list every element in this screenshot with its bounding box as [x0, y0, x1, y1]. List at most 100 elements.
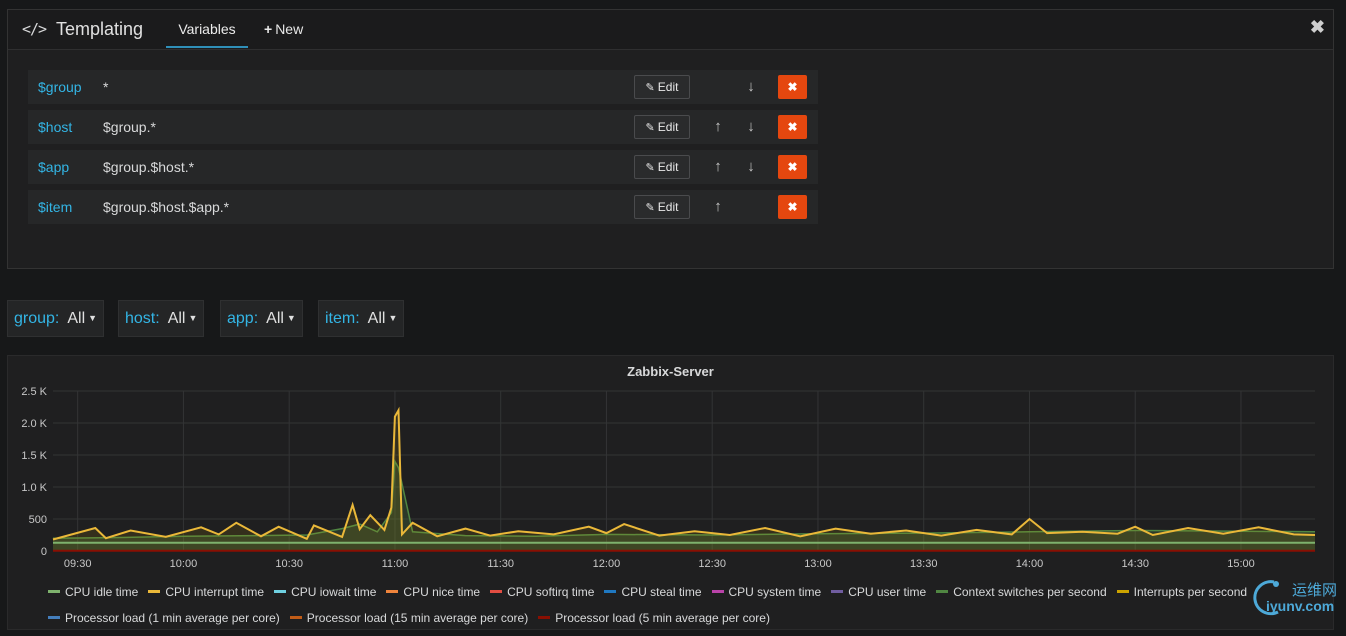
caret-down-icon: ▼: [88, 313, 98, 323]
variable-query: *: [103, 79, 109, 95]
legend-item[interactable]: CPU user time: [831, 584, 926, 610]
delete-button[interactable]: ✖: [778, 195, 807, 219]
watermark-text: 运维网: [1292, 582, 1338, 599]
legend-label: CPU interrupt time: [165, 585, 265, 599]
caret-down-icon: ▼: [286, 313, 296, 323]
delete-button[interactable]: ✖: [778, 115, 807, 139]
legend-swatch: [490, 590, 503, 593]
legend-item[interactable]: Processor load (1 min average per core): [48, 610, 280, 636]
selector-group[interactable]: group: All ▼: [7, 300, 105, 337]
legend-swatch: [274, 590, 287, 593]
y-tick-label: 1.5 K: [21, 450, 47, 462]
edit-icon: ✎: [645, 162, 655, 174]
watermark: 运维网 iyunv.com: [1240, 576, 1344, 622]
legend-label: Context switches per second: [953, 585, 1107, 599]
legend-item[interactable]: CPU iowait time: [274, 584, 376, 610]
legend-item[interactable]: CPU idle time: [48, 584, 138, 610]
move-up-icon[interactable]: ↑: [708, 196, 728, 218]
templating-header: </> Templating Variables + New ✖: [8, 10, 1333, 50]
legend-item[interactable]: Processor load (15 min average per core): [289, 610, 529, 636]
edit-button[interactable]: ✎ Edit: [634, 155, 690, 179]
legend-item[interactable]: Context switches per second: [936, 584, 1107, 610]
graph-panel: Zabbix-Server 0 500 1.0 K 1.5 K 2.0 K 2.5 K 09…: [7, 355, 1334, 630]
selector-label: group:: [14, 310, 60, 327]
selector-label: host:: [125, 310, 160, 327]
panel-title: Templating: [56, 19, 144, 39]
series-line-interrupts: [52, 406, 1316, 541]
legend-label: CPU nice time: [403, 585, 481, 599]
legend-swatch: [386, 590, 399, 593]
legend-swatch: [1116, 590, 1129, 593]
legend-swatch: [289, 616, 302, 619]
caret-down-icon: ▼: [388, 313, 398, 323]
x-tick-label: 15:00: [1227, 558, 1255, 570]
variable-name[interactable]: $host: [38, 119, 72, 135]
legend-label: Processor load (5 min average per core): [555, 611, 770, 625]
variable-name[interactable]: $item: [38, 199, 72, 215]
x-tick-label: 14:30: [1121, 558, 1149, 570]
selector-label: app:: [227, 310, 259, 327]
legend-swatch: [48, 590, 60, 593]
legend-item[interactable]: Interrupts per second: [1116, 584, 1247, 610]
edit-button[interactable]: ✎ Edit: [634, 115, 690, 139]
legend-swatch: [711, 590, 724, 593]
move-up-icon[interactable]: ↑: [708, 156, 728, 178]
x-tick-label: 09:30: [64, 558, 92, 570]
code-icon: </>: [22, 20, 47, 38]
y-tick-label: 1.0 K: [21, 482, 47, 494]
selector-host[interactable]: host: All ▼: [118, 300, 205, 337]
variable-name[interactable]: $app: [38, 159, 69, 175]
edit-button[interactable]: ✎ Edit: [634, 195, 690, 219]
variable-name[interactable]: $group: [38, 79, 82, 95]
plus-icon: +: [264, 21, 273, 37]
selector-value: All: [367, 310, 386, 327]
x-tick-label: 11:00: [382, 558, 409, 570]
edit-icon: ✎: [645, 202, 655, 214]
legend-label: CPU steal time: [621, 585, 702, 599]
x-tick-label: 12:30: [698, 558, 726, 570]
edit-label: Edit: [657, 120, 679, 134]
legend-label: Processor load (15 min average per core): [306, 611, 529, 625]
edit-icon: ✎: [645, 122, 655, 134]
legend-item[interactable]: Processor load (5 min average per core): [538, 610, 770, 636]
move-down-icon[interactable]: ↓: [741, 76, 761, 98]
legend-swatch: [831, 590, 844, 593]
variable-query: $group.$host.$app.*: [103, 199, 230, 215]
x-tick-label: 13:00: [804, 558, 832, 570]
selector-app[interactable]: app: All ▼: [220, 300, 303, 337]
templating-panel: </> Templating Variables + New ✖ $group *…: [7, 9, 1334, 269]
delete-button[interactable]: ✖: [778, 155, 807, 179]
legend-item[interactable]: CPU interrupt time: [148, 584, 264, 610]
legend-item[interactable]: CPU nice time: [386, 584, 480, 610]
tab-new-label: New: [275, 21, 304, 37]
move-down-icon[interactable]: ↓: [741, 156, 761, 178]
selector-value: All: [266, 310, 284, 327]
edit-button[interactable]: ✎ Edit: [634, 75, 690, 99]
x-tick-label: 10:30: [275, 558, 303, 570]
x-tick-label: 12:00: [593, 558, 621, 570]
x-tick-label: 14:00: [1016, 558, 1044, 570]
legend-swatch: [538, 616, 551, 619]
variable-row: $group * ✎ Edit ↓ ✖: [28, 70, 818, 104]
legend-label: CPU iowait time: [291, 585, 377, 599]
chart-canvas[interactable]: 0 500 1.0 K 1.5 K 2.0 K 2.5 K 09:30 10:00 10:30 1…: [8, 356, 1333, 581]
legend-label: CPU idle time: [65, 585, 139, 599]
close-icon[interactable]: ✖: [1310, 18, 1325, 36]
legend-swatch: [48, 616, 60, 619]
variable-query: $group.$host.*: [103, 159, 195, 175]
tab-variables[interactable]: Variables: [166, 10, 248, 48]
x-tick-label: 11:30: [487, 558, 514, 570]
edit-icon: ✎: [645, 82, 655, 94]
legend-label: Processor load (1 min average per core): [65, 611, 280, 625]
watermark-url: iyunv.com: [1266, 598, 1335, 614]
legend-label: CPU user time: [848, 585, 927, 599]
legend-item[interactable]: CPU system time: [711, 584, 821, 610]
chart-legend: CPU idle time CPU interrupt time CPU iowai…: [48, 584, 1308, 636]
move-up-icon[interactable]: ↑: [708, 116, 728, 138]
selector-item[interactable]: item: All ▼: [318, 300, 405, 337]
move-down-icon[interactable]: ↓: [741, 116, 761, 138]
delete-button[interactable]: ✖: [778, 75, 807, 99]
tab-new[interactable]: + New: [264, 10, 303, 48]
legend-item[interactable]: CPU steal time: [604, 584, 702, 610]
legend-item[interactable]: CPU softirq time: [490, 584, 594, 610]
